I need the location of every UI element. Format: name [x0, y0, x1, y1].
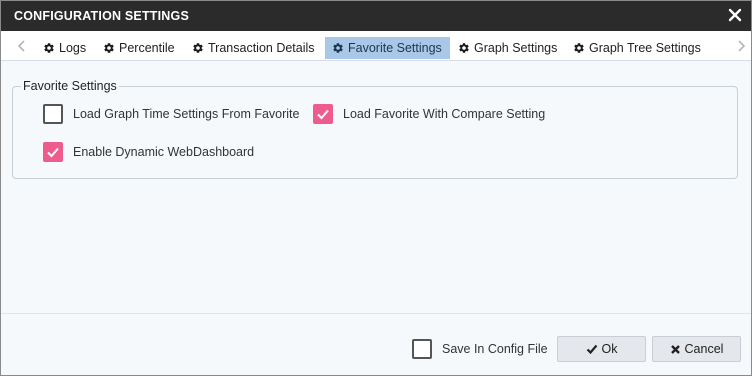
tab-label: Favorite Settings	[348, 41, 442, 55]
load-favorite-compare-label: Load Favorite With Compare Setting	[343, 107, 546, 121]
cancel-button-label: Cancel	[684, 342, 724, 356]
checkmark-icon	[586, 344, 597, 355]
ok-button-label: Ok	[601, 342, 618, 356]
gear-icon	[193, 43, 203, 53]
load-graph-time-settings-checkbox[interactable]	[43, 104, 63, 124]
group-legend: Favorite Settings	[23, 79, 117, 93]
checkmark-icon	[47, 147, 59, 158]
tab-graph-settings[interactable]: Graph Settings	[458, 37, 557, 59]
tab-label: Percentile	[119, 41, 175, 55]
configuration-settings-dialog: CONFIGURATION SETTINGS Logs Percentile T…	[0, 0, 752, 376]
checkmark-icon	[317, 109, 329, 120]
favorite-settings-group: Favorite Settings	[12, 79, 738, 179]
gear-icon	[44, 43, 54, 53]
ok-button[interactable]: Ok	[557, 336, 646, 362]
tab-graph-tree-settings[interactable]: Graph Tree Settings	[573, 37, 701, 59]
gear-icon	[104, 43, 114, 53]
chevron-right-icon[interactable]	[734, 39, 748, 53]
tab-label: Transaction Details	[208, 41, 315, 55]
save-in-config-checkbox[interactable]	[412, 339, 432, 359]
tab-favorite-settings[interactable]: Favorite Settings	[325, 37, 450, 59]
load-favorite-compare-checkbox[interactable]	[313, 104, 333, 124]
tab-label: Logs	[59, 41, 87, 55]
tab-content: Favorite Settings Load Graph Time Settin…	[1, 61, 751, 313]
enable-dynamic-webdashboard-checkbox[interactable]	[43, 142, 63, 162]
tab-percentile[interactable]: Percentile	[103, 37, 175, 59]
dialog-titlebar: CONFIGURATION SETTINGS	[1, 1, 751, 31]
dialog-footer: Save In Config File Ok Cancel	[1, 314, 751, 375]
tab-label: Graph Settings	[474, 41, 558, 55]
x-icon	[670, 344, 680, 354]
tab-logs[interactable]: Logs	[43, 37, 86, 59]
gear-icon	[459, 43, 469, 53]
enable-dynamic-webdashboard-label: Enable Dynamic WebDashboard	[73, 145, 255, 159]
tab-bar: Logs Percentile Transaction Details Favo…	[1, 31, 751, 61]
chevron-left-icon[interactable]	[15, 39, 29, 53]
tab-label: Graph Tree Settings	[589, 41, 701, 55]
tab-transaction-details[interactable]: Transaction Details	[192, 37, 315, 59]
load-graph-time-settings-label: Load Graph Time Settings From Favorite	[73, 107, 300, 121]
close-icon[interactable]	[727, 7, 743, 23]
gear-icon	[333, 43, 343, 53]
save-in-config-label: Save In Config File	[442, 342, 548, 356]
gear-icon	[574, 43, 584, 53]
dialog-title: CONFIGURATION SETTINGS	[14, 9, 189, 23]
cancel-button[interactable]: Cancel	[652, 336, 741, 362]
